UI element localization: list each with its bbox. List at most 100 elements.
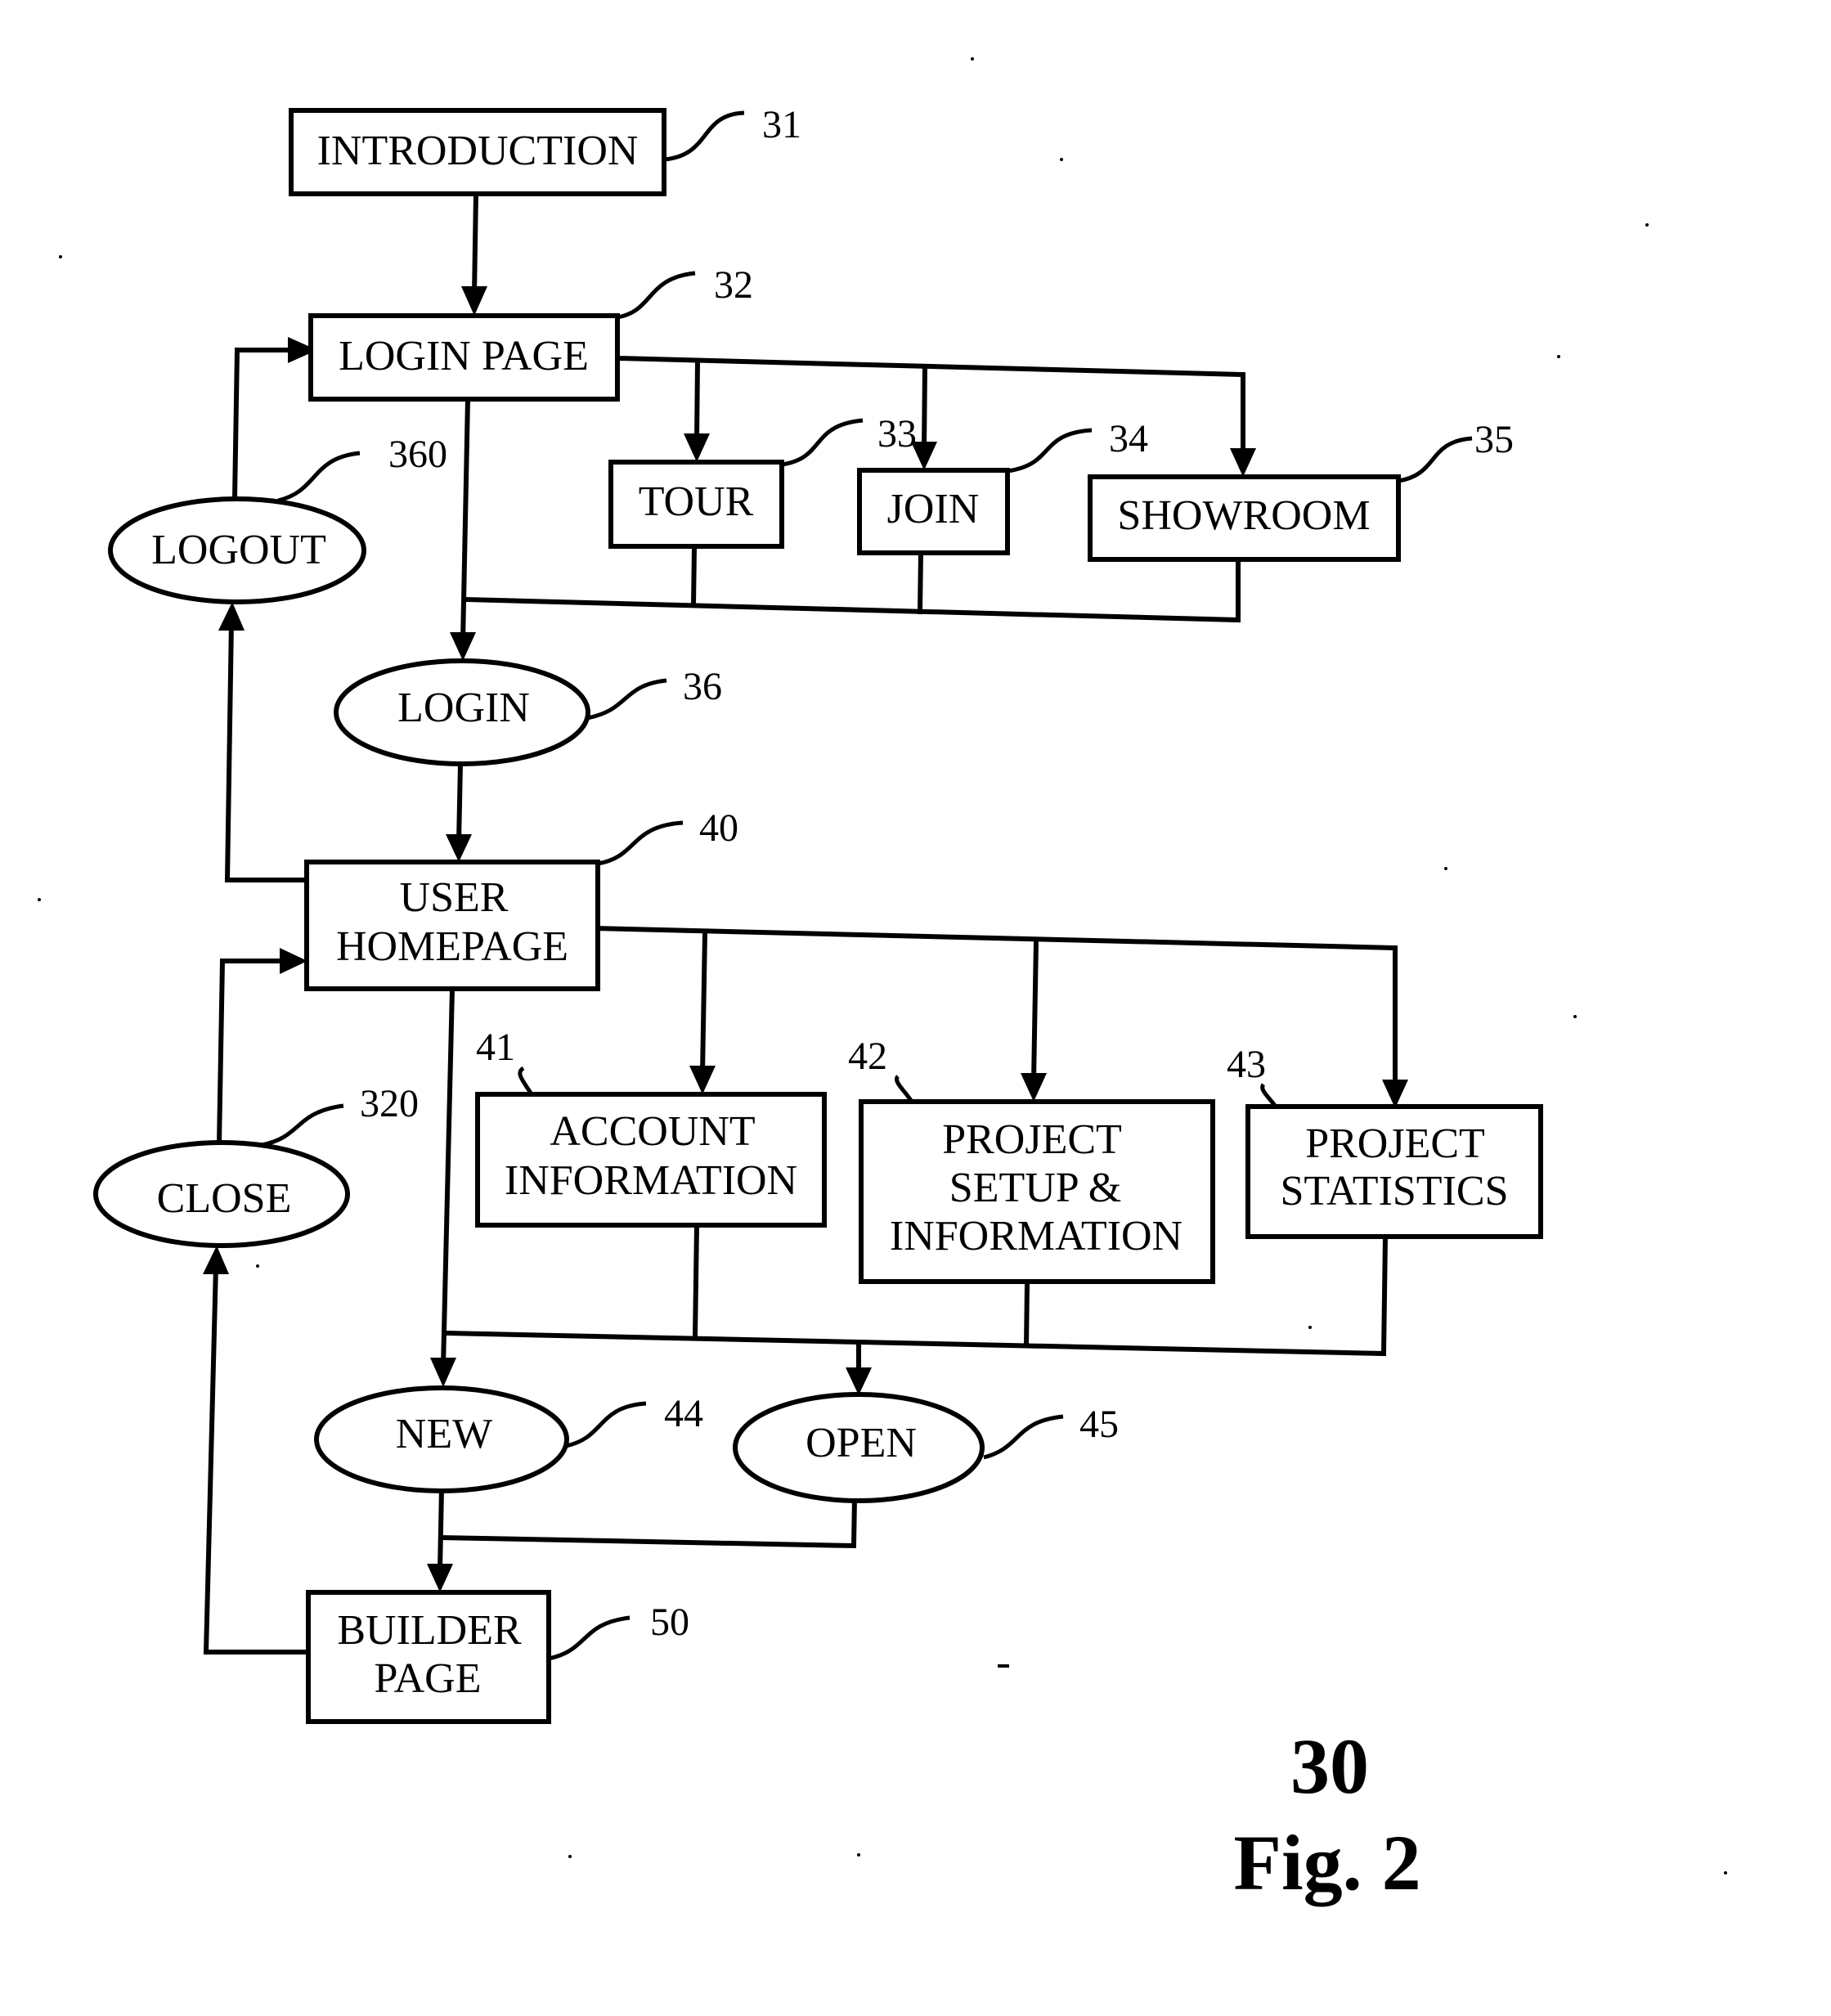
edge-login-page-to-login [460, 396, 471, 645]
leader-33 [781, 418, 864, 467]
ref-36: 36 [683, 665, 722, 708]
ref-35: 35 [1474, 418, 1514, 461]
leader-35 [1398, 436, 1473, 483]
node-label: JOIN [887, 486, 980, 532]
leader-50 [548, 1615, 631, 1661]
edge-login-to-user-homepage [456, 761, 464, 846]
leader-41 [518, 1066, 534, 1096]
node-introduction: INTRODUCTION [289, 108, 666, 196]
ref-34: 34 [1109, 417, 1148, 460]
node-label: TOUR [639, 478, 754, 525]
arrowhead [461, 286, 487, 316]
node-new: NEW [314, 1385, 569, 1493]
node-label: LOGIN [397, 685, 530, 731]
leader-320 [261, 1103, 344, 1147]
node-login: LOGIN [334, 658, 590, 766]
leader-31 [663, 110, 745, 162]
arrowhead [684, 433, 710, 462]
arrowhead [430, 1358, 456, 1387]
node-label: STATISTICS [1281, 1168, 1509, 1215]
node-label: INFORMATION [505, 1157, 797, 1204]
node-label: INFORMATION [890, 1213, 1183, 1259]
edge-user-homepage-to-account [699, 930, 708, 1076]
node-tour: TOUR [608, 460, 784, 549]
figure-caption: Fig. 2 [1233, 1819, 1420, 1906]
arrowhead [446, 834, 472, 862]
node-label: PROJECT [942, 1116, 1122, 1163]
figure-number: 30 [1290, 1722, 1369, 1810]
ref-42: 42 [848, 1035, 887, 1078]
arrowhead [218, 602, 245, 631]
edge-project-setup-return [1023, 1281, 1030, 1349]
node-close: CLOSE [93, 1140, 350, 1248]
arrowhead [689, 1066, 716, 1094]
node-project-statistics: PROJECT STATISTICS [1245, 1104, 1543, 1239]
leader-34 [1007, 428, 1093, 474]
leader-42 [895, 1075, 914, 1103]
node-label: SHOWROOM [1117, 492, 1370, 539]
ref-320: 320 [360, 1082, 419, 1125]
edge-new-to-builder [437, 1485, 445, 1574]
edge-user-homepage-to-new [440, 986, 456, 1369]
edge-login-page-to-join [921, 365, 928, 453]
node-builder-page: BUILDER PAGE [306, 1590, 551, 1724]
leader-40 [597, 820, 684, 866]
arrowhead [450, 632, 476, 661]
node-label: USER [400, 874, 509, 921]
node-label: CLOSE [157, 1175, 292, 1222]
node-account-information: ACCOUNT INFORMATION [475, 1092, 827, 1228]
ref-45: 45 [1079, 1403, 1119, 1446]
node-label: ACCOUNT [550, 1108, 755, 1155]
edge-open-to-builder [438, 1495, 858, 1549]
edge-user-homepage-to-project-setup [1030, 937, 1039, 1084]
ref-50: 50 [650, 1601, 689, 1644]
flowchart-diagram: INTRODUCTION LOGIN PAGE TOUR JOIN SHOWRO… [38, 57, 1727, 1906]
ref-32: 32 [714, 263, 753, 307]
edge-user-homepage-to-logout [224, 618, 309, 882]
ref-41: 41 [476, 1026, 515, 1069]
node-label: LOGOUT [151, 527, 326, 573]
node-login-page: LOGIN PAGE [308, 313, 620, 402]
leader-360 [277, 451, 361, 503]
node-label: PROJECT [1305, 1120, 1485, 1167]
arrowhead [427, 1564, 453, 1592]
node-open: OPEN [733, 1392, 985, 1503]
leader-36 [586, 678, 667, 721]
node-label: HOMEPAGE [336, 923, 568, 970]
edge-builder-to-close [203, 1263, 311, 1655]
ref-44: 44 [664, 1392, 703, 1435]
leader-45 [983, 1414, 1064, 1460]
arrowhead [1230, 448, 1256, 477]
node-label: LOGIN PAGE [339, 333, 589, 379]
arrowhead [1021, 1073, 1047, 1102]
arrowhead [846, 1367, 872, 1395]
ref-40: 40 [699, 806, 738, 850]
arrowhead [1382, 1080, 1408, 1108]
edge-tour-return [690, 543, 698, 608]
node-label: NEW [396, 1411, 492, 1457]
leader-32 [617, 271, 696, 320]
node-label: OPEN [806, 1420, 917, 1466]
leader-44 [565, 1401, 647, 1448]
edge-introduction-to-login-page [471, 191, 479, 298]
edge-logout-to-login-page [231, 348, 293, 502]
node-join: JOIN [857, 468, 1010, 555]
node-label: PAGE [374, 1655, 481, 1702]
edge-user-homepage-bus [557, 924, 1398, 1090]
ref-33: 33 [877, 412, 917, 456]
arrowhead [203, 1246, 229, 1274]
node-label: SETUP & [949, 1165, 1121, 1211]
node-showroom: SHOWROOM [1088, 474, 1401, 562]
edge-pages-return-bus [463, 557, 1241, 623]
node-logout: LOGOUT [108, 496, 366, 604]
edge-join-return [917, 550, 924, 615]
node-project-setup: PROJECT SETUP & INFORMATION [859, 1099, 1215, 1284]
node-label: BUILDER [337, 1607, 522, 1654]
ref-360: 360 [388, 433, 447, 476]
arrowhead [280, 948, 307, 974]
edge-account-return [692, 1222, 700, 1340]
edge-login-page-to-tour [693, 357, 701, 445]
leader-43 [1260, 1083, 1277, 1108]
edge-close-to-user-homepage [216, 959, 285, 1147]
node-label: INTRODUCTION [317, 128, 639, 174]
